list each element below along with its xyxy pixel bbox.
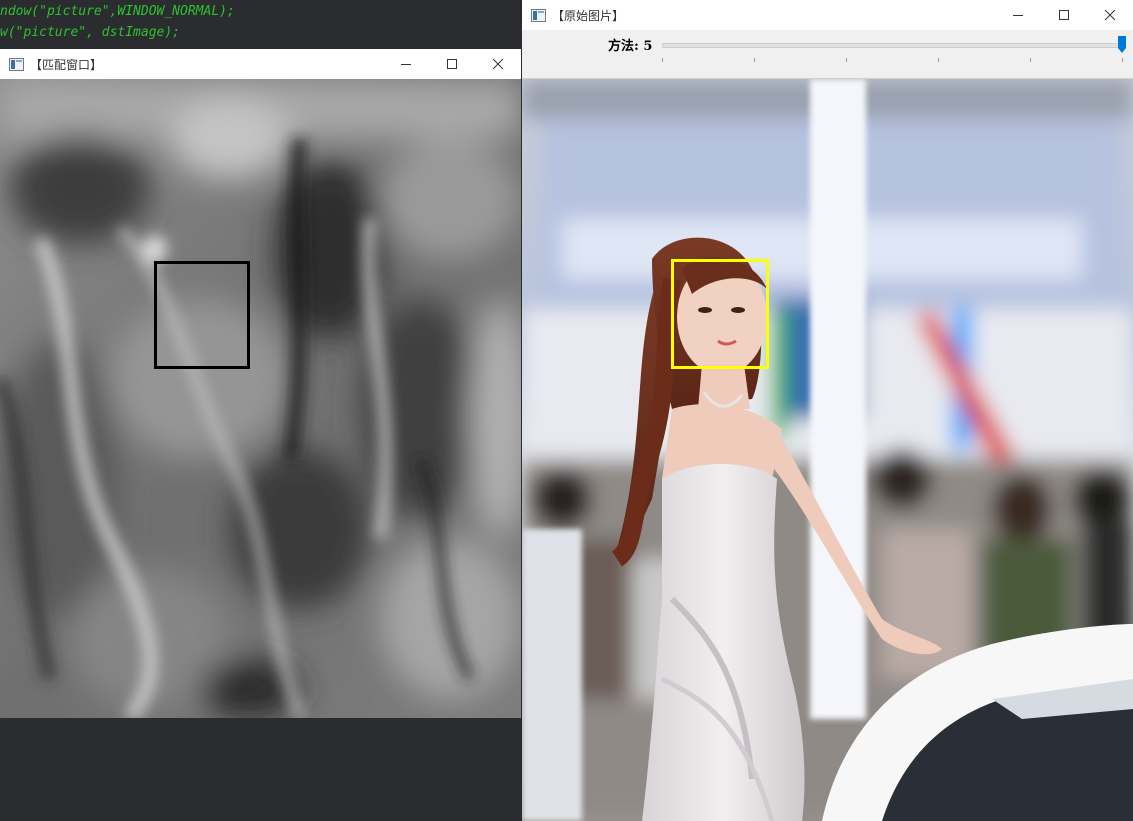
original-image bbox=[522, 79, 1133, 821]
match-result-image bbox=[0, 79, 521, 718]
code-line: ndow("picture",WINDOW_NORMAL); bbox=[0, 4, 235, 19]
code-line: w("picture", dstImage); bbox=[0, 25, 181, 40]
maximize-button[interactable] bbox=[1041, 0, 1087, 30]
trackbar-tick bbox=[1030, 58, 1031, 62]
close-button[interactable] bbox=[475, 49, 521, 79]
minimize-button[interactable] bbox=[383, 49, 429, 79]
trackbar-tick bbox=[846, 58, 847, 62]
close-icon bbox=[1104, 9, 1116, 21]
app-icon bbox=[9, 58, 24, 71]
maximize-button[interactable] bbox=[429, 49, 475, 79]
minimize-icon bbox=[1013, 15, 1023, 16]
trackbar-tick bbox=[662, 58, 663, 62]
app-icon bbox=[531, 9, 546, 22]
trackbar-tick bbox=[754, 58, 755, 62]
close-icon bbox=[492, 58, 504, 70]
trackbar-panel: 方法: 5 bbox=[522, 30, 1133, 79]
close-button[interactable] bbox=[1087, 0, 1133, 30]
trackbar-track[interactable] bbox=[662, 43, 1124, 48]
maximize-icon bbox=[447, 59, 457, 69]
trackbar-label: 方法: 5 bbox=[608, 39, 653, 54]
minimize-icon bbox=[401, 64, 411, 65]
title-bar: 【原始图片】 bbox=[522, 0, 1133, 30]
trackbar-thumb[interactable] bbox=[1117, 36, 1127, 54]
trackbar-tick bbox=[1122, 58, 1123, 62]
minimize-button[interactable] bbox=[995, 0, 1041, 30]
match-result-graphic bbox=[0, 79, 521, 718]
window-title: 【匹配窗口】 bbox=[30, 58, 103, 72]
code-editor: ndow("picture",WINDOW_NORMAL); w("pictur… bbox=[0, 0, 521, 50]
original-window: 【原始图片】 方法: 5 bbox=[522, 0, 1133, 821]
original-photo bbox=[522, 79, 1133, 821]
window-title: 【原始图片】 bbox=[552, 9, 625, 23]
maximize-icon bbox=[1059, 10, 1069, 20]
title-bar: 【匹配窗口】 bbox=[0, 49, 521, 79]
match-window: 【匹配窗口】 bbox=[0, 49, 521, 718]
trackbar-tick bbox=[938, 58, 939, 62]
